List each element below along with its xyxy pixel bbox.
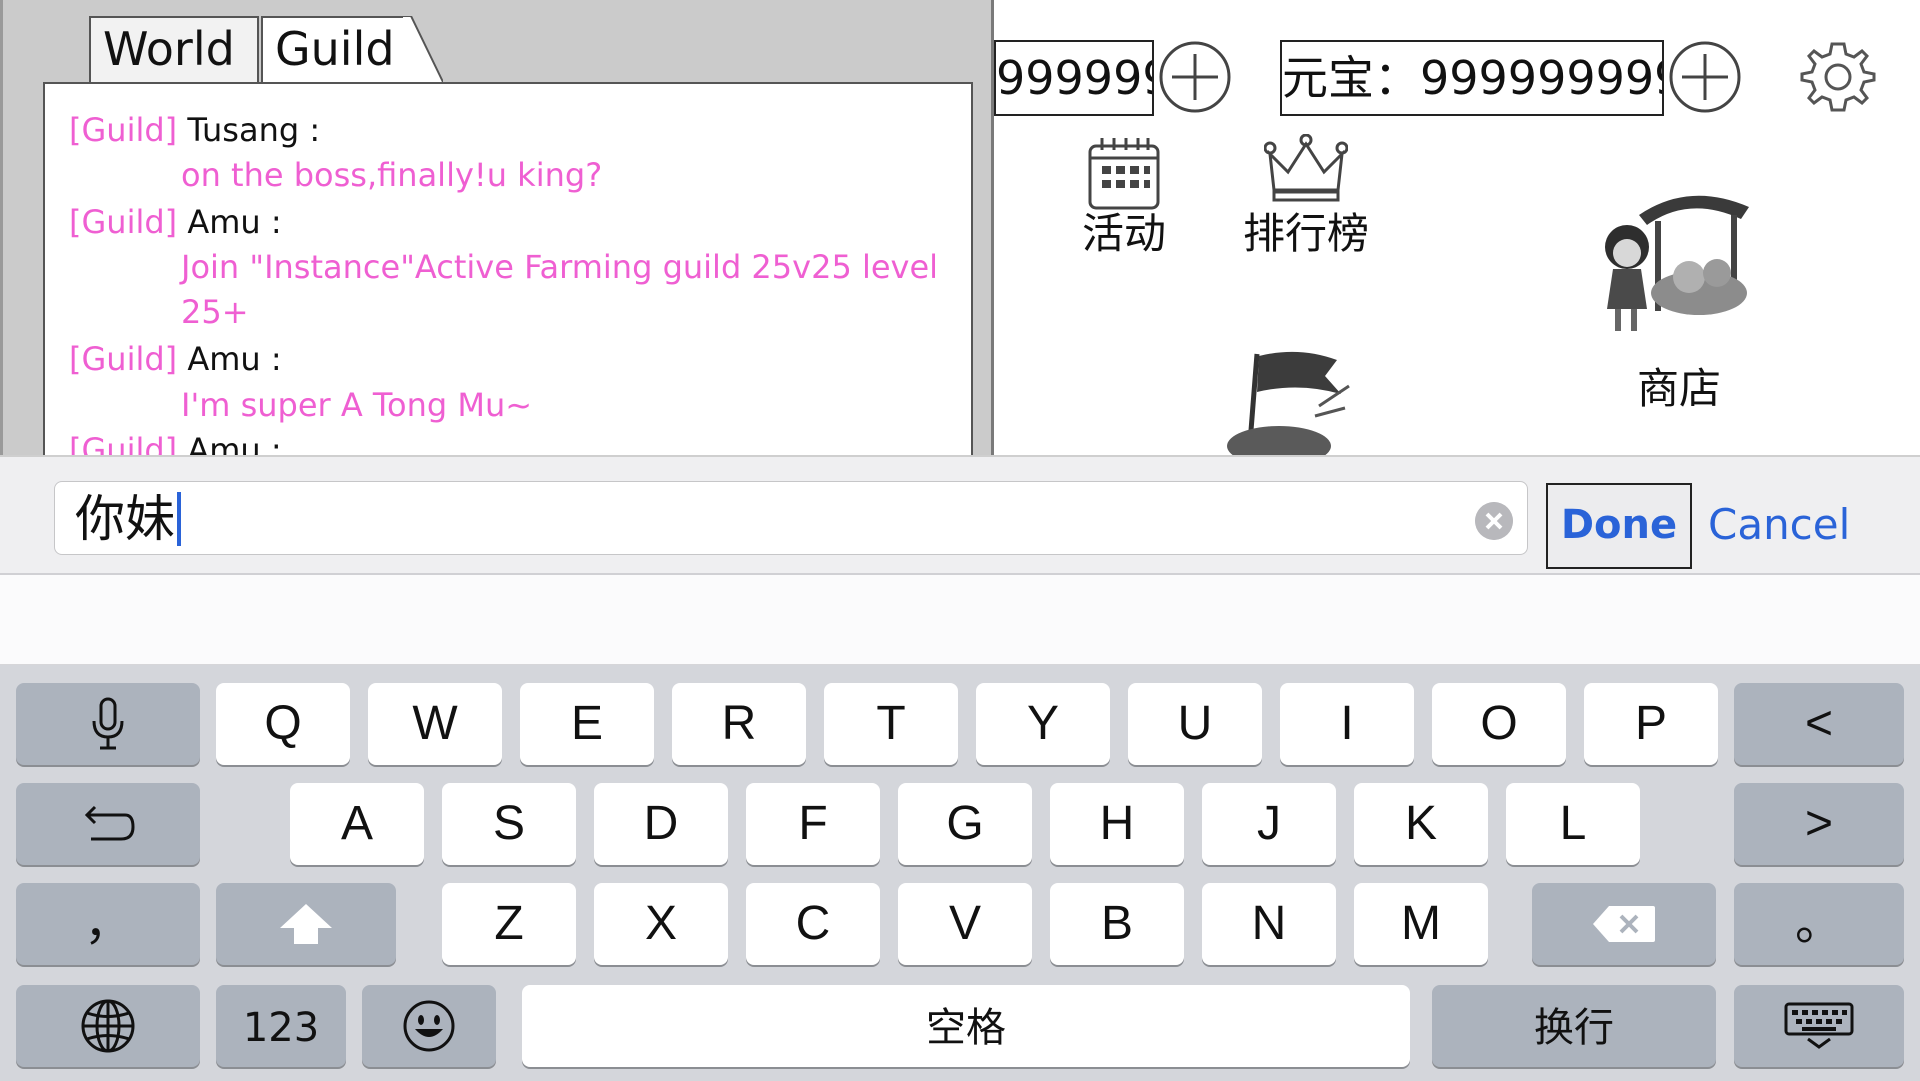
channel-tag: [Guild] <box>69 111 178 149</box>
chat-input-value[interactable]: 你妹 <box>75 488 181 550</box>
chat-message: [Guild] Amu : <box>69 200 282 244</box>
channel-tag: [Guild] <box>69 203 178 241</box>
crown-icon[interactable] <box>1264 134 1348 204</box>
comma-key[interactable]: ， <box>16 883 200 965</box>
chat-input-field[interactable]: 你妹 <box>54 481 1528 555</box>
key-d[interactable]: D <box>594 783 728 865</box>
currency-2-value: 元宝：999999999 <box>1280 40 1664 116</box>
mic-icon <box>92 697 124 750</box>
key-j[interactable]: J <box>1202 783 1336 865</box>
numbers-key-label: 123 <box>242 1005 320 1051</box>
return-key-label: 换行 <box>1534 1005 1614 1051</box>
onscreen-keyboard: Q W E R T Y U I O P < A S D F G H J K L … <box>0 665 1920 1081</box>
return-key[interactable]: 换行 <box>1432 985 1716 1067</box>
input-text: 你妹 <box>75 490 175 548</box>
tab-world[interactable]: World <box>89 16 259 82</box>
key-i[interactable]: I <box>1280 683 1414 765</box>
key-z[interactable]: Z <box>442 883 576 965</box>
tab-guild[interactable]: Guild <box>261 16 411 82</box>
globe-icon <box>81 999 135 1053</box>
key-e[interactable]: E <box>520 683 654 765</box>
undo-icon <box>84 805 135 841</box>
ime-candidate-bar <box>0 575 1920 665</box>
shop-label[interactable]: 商店 <box>1614 355 1744 416</box>
chat-message: [Guild] Amu : <box>69 337 282 381</box>
cancel-button[interactable]: Cancel <box>1708 483 1850 569</box>
battle-flag-icon[interactable] <box>1219 346 1369 455</box>
key-k[interactable]: K <box>1354 783 1488 865</box>
text-input-bar: 你妹 Done Cancel <box>0 455 1920 575</box>
key-f[interactable]: F <box>746 783 880 865</box>
key-m[interactable]: M <box>1354 883 1488 965</box>
channel-tag: [Guild] <box>69 431 178 455</box>
settings-gear-icon[interactable] <box>1798 36 1878 116</box>
done-button[interactable]: Done <box>1546 483 1692 569</box>
chat-panel: World Guild [Guild] Tusang : on the boss… <box>0 0 994 455</box>
numbers-key[interactable]: 123 <box>216 985 346 1067</box>
undo-key[interactable] <box>16 783 200 865</box>
language-switch-key[interactable] <box>16 985 200 1067</box>
key-x[interactable]: X <box>594 883 728 965</box>
key-c[interactable]: C <box>746 883 880 965</box>
game-scene: World Guild [Guild] Tusang : on the boss… <box>0 0 1920 455</box>
ranking-label[interactable]: 排行榜 <box>1234 200 1378 261</box>
key-g[interactable]: G <box>898 783 1032 865</box>
chat-message: [Guild] Amu : <box>69 428 282 455</box>
period-key[interactable]: 。 <box>1734 883 1904 965</box>
dismiss-keyboard-key[interactable] <box>1734 985 1904 1067</box>
sender-name: Tusang : <box>187 111 321 149</box>
key-s[interactable]: S <box>442 783 576 865</box>
activities-label[interactable]: 活动 <box>1074 200 1174 261</box>
add-currency-2-icon[interactable] <box>1668 40 1742 114</box>
key-y[interactable]: Y <box>976 683 1110 765</box>
key-h[interactable]: H <box>1050 783 1184 865</box>
keyboard-dismiss-icon <box>1784 1002 1854 1049</box>
sender-name: Amu : <box>187 203 282 241</box>
key-a[interactable]: A <box>290 783 424 865</box>
key-l[interactable]: L <box>1506 783 1640 865</box>
key-p[interactable]: P <box>1584 683 1718 765</box>
delete-icon <box>1593 906 1655 942</box>
key-n[interactable]: N <box>1202 883 1336 965</box>
key-u[interactable]: U <box>1128 683 1262 765</box>
key-r[interactable]: R <box>672 683 806 765</box>
emoji-key[interactable] <box>362 985 496 1067</box>
delete-key[interactable] <box>1532 883 1716 965</box>
chat-message: [Guild] Tusang : <box>69 108 320 152</box>
channel-tag: [Guild] <box>69 340 178 378</box>
clear-text-icon[interactable] <box>1475 502 1513 540</box>
space-key-label: 空格 <box>926 1005 1006 1051</box>
emoji-icon <box>403 1000 455 1052</box>
key-b[interactable]: B <box>1050 883 1184 965</box>
add-currency-1-icon[interactable] <box>1158 40 1232 114</box>
key-t[interactable]: T <box>824 683 958 765</box>
message-text: on the boss,finally!u king? <box>181 156 603 194</box>
sender-name: Amu : <box>187 431 282 455</box>
currency-1-value: 999999 <box>994 40 1154 116</box>
shift-icon <box>280 904 332 944</box>
message-text: Join "Instance"Active Farming guild 25v2… <box>181 248 939 331</box>
key-v[interactable]: V <box>898 883 1032 965</box>
key-w[interactable]: W <box>368 683 502 765</box>
chat-log[interactable]: [Guild] Tusang : on the boss,finally!u k… <box>43 82 973 455</box>
cursor-left-key[interactable]: < <box>1734 683 1904 765</box>
hud: 999999 元宝：999999999 <box>994 0 1920 455</box>
sender-name: Amu : <box>187 340 282 378</box>
cursor-right-key[interactable]: > <box>1734 783 1904 865</box>
dictation-key[interactable] <box>16 683 200 765</box>
message-text: I'm super A Tong Mu~ <box>181 386 533 424</box>
shift-key[interactable] <box>216 883 396 965</box>
key-q[interactable]: Q <box>216 683 350 765</box>
text-caret <box>177 491 181 546</box>
tab-guild-edge <box>403 16 443 83</box>
space-key[interactable]: 空格 <box>522 985 1410 1067</box>
key-o[interactable]: O <box>1432 683 1566 765</box>
shop-stall-icon[interactable] <box>1599 185 1759 340</box>
